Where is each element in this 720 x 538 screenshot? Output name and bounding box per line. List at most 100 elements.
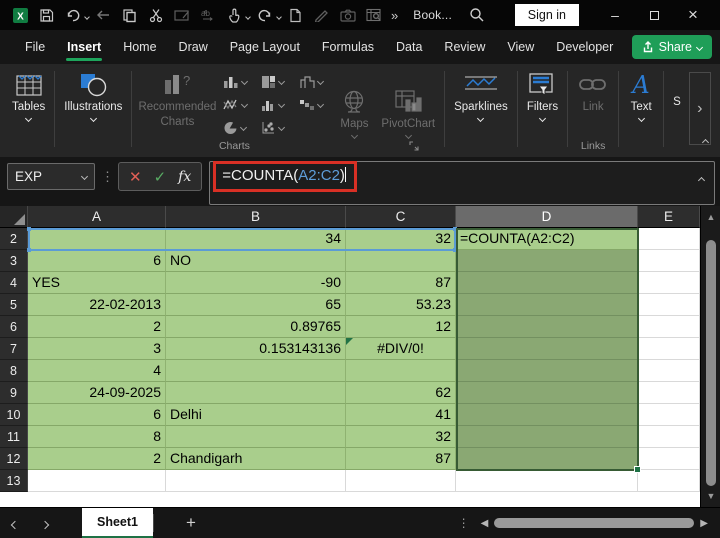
- cell-A7[interactable]: 3: [28, 338, 166, 360]
- save-icon[interactable]: [36, 4, 57, 26]
- cell-B10[interactable]: Delhi: [166, 404, 346, 426]
- cell-C12[interactable]: 87: [346, 448, 456, 470]
- vertical-scroll-thumb[interactable]: [706, 240, 716, 486]
- cell-D12[interactable]: [456, 448, 638, 470]
- pie-chart-button[interactable]: [219, 121, 257, 135]
- row-header-6[interactable]: 6: [0, 316, 28, 338]
- cell-C9[interactable]: 62: [346, 382, 456, 404]
- column-chart-button[interactable]: [219, 75, 257, 89]
- cell-B12[interactable]: Chandigarh: [166, 448, 346, 470]
- sign-in-button[interactable]: Sign in: [514, 4, 579, 26]
- undo-icon[interactable]: [62, 4, 83, 26]
- cell-B8[interactable]: [166, 360, 346, 382]
- cell-A12[interactable]: 2: [28, 448, 166, 470]
- cell-A10[interactable]: 6: [28, 404, 166, 426]
- tab-insert[interactable]: Insert: [56, 30, 112, 64]
- row-header-2[interactable]: 2: [0, 228, 28, 250]
- column-header-E[interactable]: E: [638, 206, 700, 228]
- next-sheet-icon[interactable]: [30, 516, 60, 531]
- scroll-left-icon[interactable]: ◀: [481, 518, 489, 529]
- tab-page-layout[interactable]: Page Layout: [219, 30, 311, 64]
- cell-A8[interactable]: 4: [28, 360, 166, 382]
- cell-B6[interactable]: 0.89765: [166, 316, 346, 338]
- search-icon[interactable]: [467, 4, 488, 26]
- share-button[interactable]: Share: [631, 35, 712, 59]
- maximize-button[interactable]: [637, 1, 671, 29]
- collapse-formula-bar-icon[interactable]: [697, 170, 706, 187]
- add-sheet-button[interactable]: +: [186, 513, 196, 533]
- close-button[interactable]: ×: [676, 1, 710, 29]
- tab-formulas[interactable]: Formulas: [311, 30, 385, 64]
- cell-E4[interactable]: [638, 272, 700, 294]
- cell-C11[interactable]: 32: [346, 426, 456, 448]
- histogram-chart-button[interactable]: [257, 98, 295, 112]
- cell-A3[interactable]: 6: [28, 250, 166, 272]
- cell-E11[interactable]: [638, 426, 700, 448]
- formula-input[interactable]: =COUNTA(A2:C2): [209, 161, 715, 205]
- scroll-right-icon[interactable]: ▶: [700, 518, 708, 529]
- cell-C4[interactable]: 87: [346, 272, 456, 294]
- cell-E8[interactable]: [638, 360, 700, 382]
- cell-B2[interactable]: 34: [166, 228, 346, 250]
- row-header-12[interactable]: 12: [0, 448, 28, 470]
- insert-function-icon[interactable]: fx: [178, 169, 191, 185]
- touch-mode-dropdown-icon[interactable]: [245, 6, 251, 24]
- minimize-button[interactable]: –: [598, 1, 632, 29]
- cell-D9[interactable]: [456, 382, 638, 404]
- horizontal-scrollbar[interactable]: ◀ ▶: [481, 518, 708, 529]
- new-file-icon[interactable]: [285, 4, 306, 26]
- cell-B7[interactable]: 0.153143136: [166, 338, 346, 360]
- cell-D3[interactable]: [456, 250, 638, 272]
- sheetbar-grip[interactable]: ⋮: [458, 516, 471, 530]
- undo-dropdown-icon[interactable]: [84, 6, 90, 24]
- cell-A4[interactable]: YES: [28, 272, 166, 294]
- cell-A6[interactable]: 2: [28, 316, 166, 338]
- touch-mode-icon[interactable]: [223, 4, 244, 26]
- row-header-5[interactable]: 5: [0, 294, 28, 316]
- tab-data[interactable]: Data: [385, 30, 433, 64]
- cell-C5[interactable]: 53.23: [346, 294, 456, 316]
- tab-home[interactable]: Home: [112, 30, 167, 64]
- cell-C8[interactable]: [346, 360, 456, 382]
- sheet-tab[interactable]: Sheet1: [82, 507, 153, 538]
- row-header-9[interactable]: 9: [0, 382, 28, 404]
- cell-C10[interactable]: 41: [346, 404, 456, 426]
- treemap-chart-button[interactable]: [257, 75, 295, 89]
- scroll-up-icon[interactable]: ▲: [701, 212, 720, 222]
- cell-C3[interactable]: [346, 250, 456, 272]
- row-header-11[interactable]: 11: [0, 426, 28, 448]
- hierarchy-chart-button[interactable]: [295, 75, 333, 89]
- cell-C13[interactable]: [346, 470, 456, 492]
- copy-icon[interactable]: [119, 4, 140, 26]
- row-header-3[interactable]: 3: [0, 250, 28, 272]
- symbols-button-partial[interactable]: S: [667, 68, 687, 108]
- tab-draw[interactable]: Draw: [168, 30, 219, 64]
- scatter-chart-button[interactable]: [257, 121, 295, 135]
- cell-A13[interactable]: [28, 470, 166, 492]
- cell-D13[interactable]: [456, 470, 638, 492]
- cell-E3[interactable]: [638, 250, 700, 272]
- tab-developer[interactable]: Developer: [545, 30, 624, 64]
- cell-B5[interactable]: 65: [166, 294, 346, 316]
- tab-file[interactable]: File: [14, 30, 56, 64]
- column-header-D[interactable]: D: [456, 206, 638, 228]
- row-header-13[interactable]: 13: [0, 470, 28, 492]
- row-header-7[interactable]: 7: [0, 338, 28, 360]
- waterfall-chart-button[interactable]: [295, 98, 333, 112]
- vertical-scrollbar[interactable]: ▲ ▼: [700, 206, 720, 507]
- cell-B13[interactable]: [166, 470, 346, 492]
- row-header-4[interactable]: 4: [0, 272, 28, 294]
- cell-E9[interactable]: [638, 382, 700, 404]
- column-header-A[interactable]: A: [28, 206, 166, 228]
- cell-A11[interactable]: 8: [28, 426, 166, 448]
- cell-B4[interactable]: -90: [166, 272, 346, 294]
- cell-C6[interactable]: 12: [346, 316, 456, 338]
- qat-overflow-chevrons[interactable]: »: [391, 8, 398, 23]
- tables-button[interactable]: Tables: [6, 68, 51, 123]
- cell-E2[interactable]: [638, 228, 700, 250]
- tab-view[interactable]: View: [496, 30, 545, 64]
- scroll-down-icon[interactable]: ▼: [701, 491, 720, 501]
- cell-B9[interactable]: [166, 382, 346, 404]
- text-button[interactable]: A Text: [622, 68, 660, 123]
- cell-D2[interactable]: =COUNTA(A2:C2): [456, 228, 638, 250]
